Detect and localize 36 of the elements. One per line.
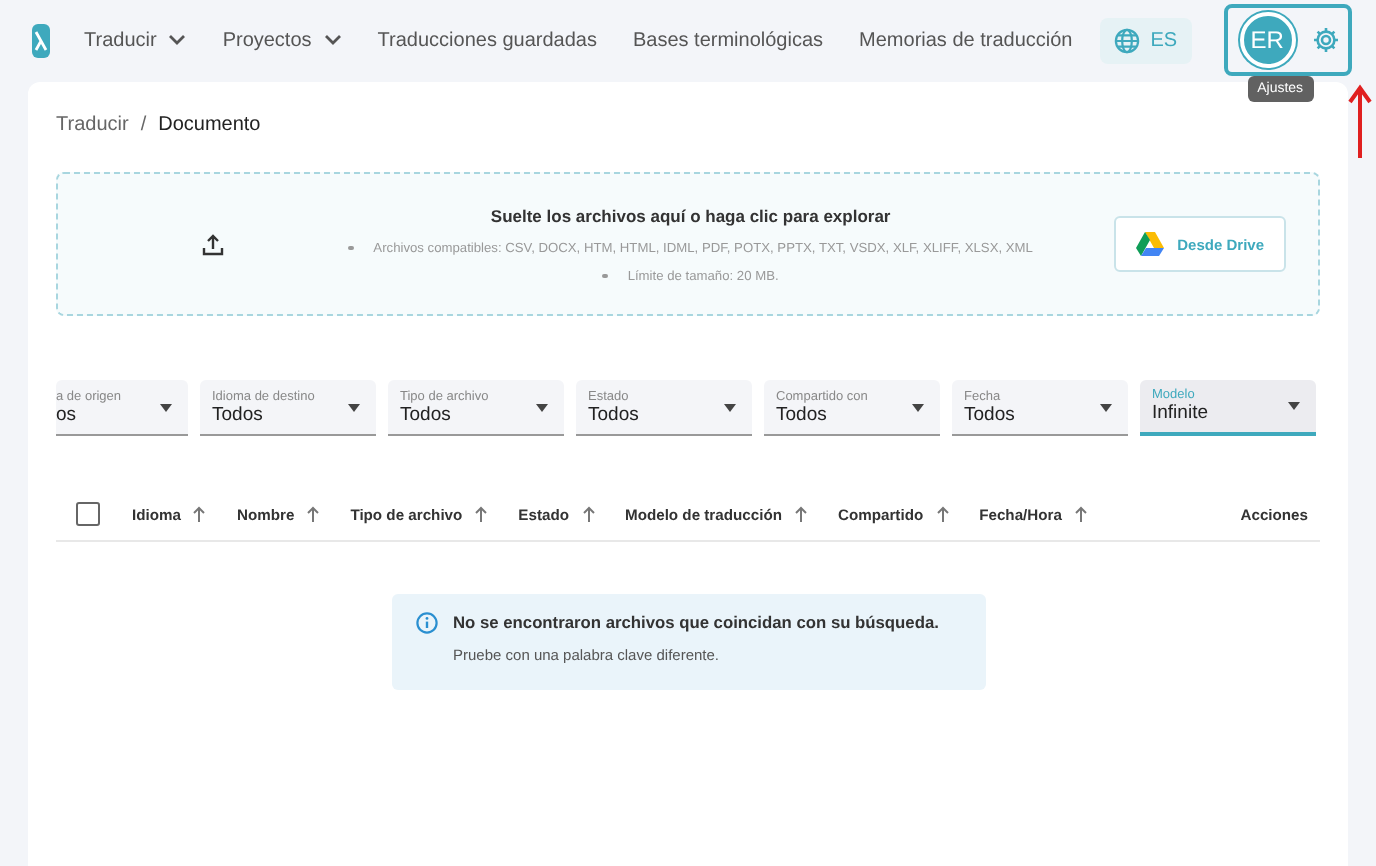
globe-icon: [1114, 27, 1141, 53]
breadcrumb-current: Documento: [158, 114, 261, 136]
drop-zone-title: Suelte los archivos aquí o haga clic para explorar: [490, 205, 891, 225]
nav-menu-item[interactable]: Traducciones guardadas: [377, 29, 597, 51]
dropdown-caret-icon: [160, 403, 172, 411]
bullet-icon: [348, 245, 354, 251]
sort-arrow-icon: [192, 506, 207, 522]
empty-state-title: No se encontraron archivos que coincidan con su búsqueda.: [453, 612, 939, 632]
drive-icon: [1135, 232, 1164, 256]
dropdown-caret-icon: [536, 403, 548, 411]
upload-icon: [202, 233, 224, 255]
sort-arrow-icon: [793, 506, 808, 522]
chevron-icon: [323, 34, 342, 46]
breadcrumb-separator: /: [140, 114, 147, 136]
nav-menu-item[interactable]: Bases terminológicas: [632, 29, 824, 51]
app-logo[interactable]: [32, 23, 50, 57]
dropdown-caret-icon: [348, 403, 360, 411]
breadcrumb-link[interactable]: Traducir: [56, 114, 129, 136]
sort-arrow-icon: [581, 506, 595, 522]
sort-arrow-icon: [935, 506, 950, 522]
annotation-arrow: [1348, 80, 1372, 160]
dropdown-caret-icon: [1100, 403, 1112, 411]
sort-arrow-icon: [1073, 506, 1088, 522]
sort-arrow-icon: [306, 506, 321, 522]
dropdown-caret-icon: [912, 403, 924, 411]
select-all-checkbox[interactable]: [76, 502, 100, 526]
settings-icon[interactable]: [1311, 26, 1340, 54]
sort-arrow-icon: [474, 506, 489, 522]
nav-menu-item[interactable]: Memorias de traducción: [859, 29, 1073, 51]
nav-menu-item[interactable]: Proyectos: [222, 29, 342, 51]
nav-menu-item[interactable]: Traducir: [84, 29, 187, 51]
dropdown-caret-icon: [1288, 402, 1300, 410]
chevron-icon: [168, 34, 187, 46]
dropdown-caret-icon: [724, 403, 736, 411]
bullet-icon: [602, 273, 608, 279]
info-icon: [415, 612, 437, 634]
